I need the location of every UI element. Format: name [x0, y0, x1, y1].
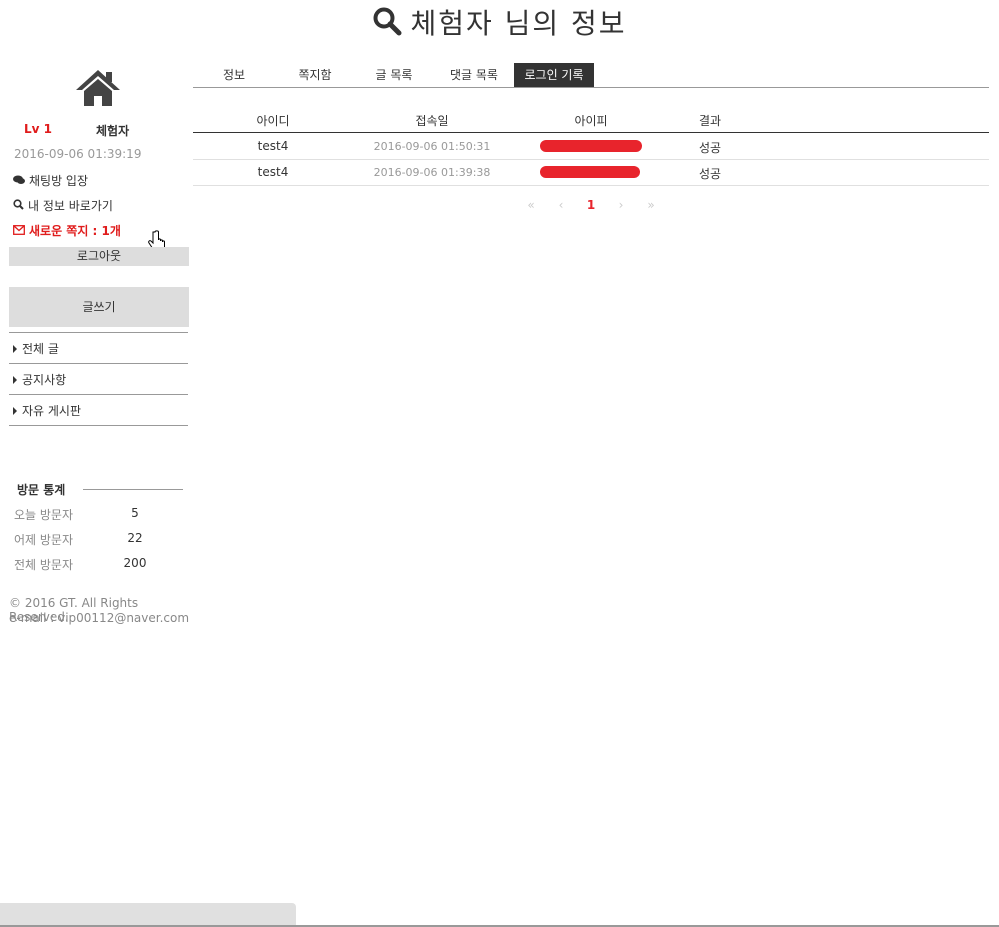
divider [9, 332, 188, 333]
page-header: 체험자 님의 정보 [0, 0, 999, 42]
new-message-link[interactable]: 새로운 쪽지 : 1개 [13, 222, 121, 239]
visit-stats-title: 방문 통계 [17, 483, 66, 497]
tab-underline [193, 87, 989, 88]
cell-id: test4 [257, 139, 289, 153]
column-header-result: 결과 [698, 114, 722, 128]
last-login-time: 2016-09-06 01:39:19 [14, 147, 142, 161]
row-divider [193, 159, 989, 160]
page-next[interactable]: › [611, 198, 631, 212]
comments-icon [13, 174, 25, 188]
stat-value-total: 200 [123, 556, 147, 570]
divider [9, 394, 188, 395]
tab-posts[interactable]: 글 목록 [360, 63, 428, 87]
menu-item-label: 공지사항 [22, 373, 67, 387]
cell-result: 성공 [698, 141, 722, 155]
my-info-label: 내 정보 바로가기 [28, 199, 113, 213]
table-header-line [193, 132, 989, 133]
cell-id: test4 [257, 165, 289, 179]
column-header-ip: 아이피 [574, 114, 608, 128]
stat-value-yesterday: 22 [127, 531, 143, 545]
cell-date: 2016-09-06 01:39:38 [373, 166, 491, 179]
menu-item-label: 자유 게시판 [22, 404, 82, 418]
redaction-mark [540, 166, 640, 178]
divider [9, 363, 188, 364]
user-level: Lv 1 [24, 122, 52, 136]
column-header-id: 아이디 [256, 114, 290, 128]
stat-label-yesterday: 어제 방문자 [14, 533, 74, 547]
tab-messages[interactable]: 쪽지함 [280, 63, 350, 87]
page-last[interactable]: » [641, 198, 661, 212]
page-first[interactable]: « [521, 198, 541, 212]
search-icon [13, 198, 24, 213]
column-header-date: 접속일 [415, 114, 449, 128]
user-nickname: 체험자 [96, 124, 130, 138]
tab-login-history[interactable]: 로그인 기록 [514, 63, 594, 87]
stat-value-today: 5 [131, 506, 139, 520]
caret-right-icon [13, 344, 17, 353]
new-message-label: 새로운 쪽지 : 1개 [29, 224, 121, 238]
menu-item-free-board[interactable]: 자유 게시판 [13, 402, 81, 419]
row-divider [193, 185, 989, 186]
page-current[interactable]: 1 [581, 198, 601, 212]
chat-room-link[interactable]: 채팅방 입장 [13, 172, 88, 189]
my-info-link[interactable]: 내 정보 바로가기 [13, 197, 113, 214]
chat-room-label: 채팅방 입장 [29, 174, 89, 188]
menu-item-all-posts[interactable]: 전체 글 [13, 340, 59, 357]
write-button[interactable]: 글쓰기 [9, 287, 189, 327]
redaction-mark [540, 140, 642, 152]
contact-email: e-mail : vip00112@naver.com [9, 611, 190, 625]
tab-info[interactable]: 정보 [203, 63, 265, 87]
page-title: 체험자 님의 정보 [410, 7, 627, 40]
menu-item-notice[interactable]: 공지사항 [13, 371, 66, 388]
caret-right-icon [13, 406, 17, 415]
cell-date: 2016-09-06 01:50:31 [373, 140, 491, 153]
logout-button[interactable]: 로그아웃 [9, 247, 189, 266]
home-icon[interactable] [74, 68, 122, 111]
cell-result: 성공 [698, 167, 722, 181]
page-prev[interactable]: ‹ [551, 198, 571, 212]
stat-label-total: 전체 방문자 [14, 558, 74, 572]
divider [9, 425, 188, 426]
caret-right-icon [13, 375, 17, 384]
horizontal-scrollbar[interactable] [0, 903, 296, 925]
menu-item-label: 전체 글 [22, 342, 59, 356]
divider [83, 489, 183, 490]
envelope-icon [13, 224, 25, 238]
stat-label-today: 오늘 방문자 [14, 508, 74, 522]
search-icon [372, 6, 402, 39]
tab-comments[interactable]: 댓글 목록 [436, 63, 512, 87]
